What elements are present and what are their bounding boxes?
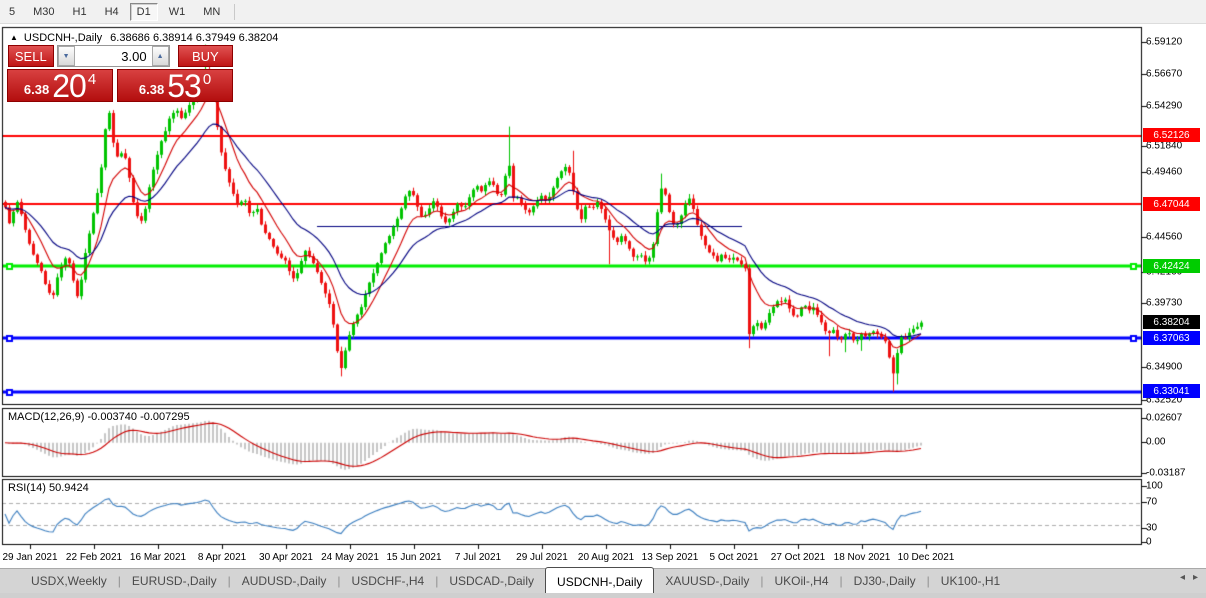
tab-dj30-daily[interactable]: DJ30-,Daily	[843, 569, 927, 593]
chart-ohlc-values: 6.38686 6.38914 6.37949 6.38204	[110, 32, 279, 44]
rsi-value: 50.9424	[48, 482, 89, 494]
date-label: 30 Apr 2021	[259, 552, 313, 563]
rsi-tick-label: 100	[1146, 480, 1163, 492]
price-tick-label: 6.44560	[1146, 231, 1183, 243]
price-badge-6.38204: 6.38204	[1143, 315, 1200, 329]
timeframe-button-W1[interactable]: W1	[162, 3, 193, 21]
date-label: 15 Jun 2021	[386, 552, 442, 563]
rsi-name: RSI(14)	[8, 482, 46, 494]
macd-indicator-label: MACD(12,26,9) -0.003740 -0.007295	[8, 411, 190, 423]
date-label: 13 Sep 2021	[641, 552, 699, 563]
date-label: 10 Dec 2021	[897, 552, 955, 563]
date-label: 18 Nov 2021	[833, 552, 891, 563]
rsi-tick-label: 70	[1146, 496, 1158, 508]
date-label: 29 Jan 2021	[2, 552, 58, 563]
macd-tick-label: -0.03187	[1146, 467, 1186, 479]
timeframe-toolbar: 5 M30 H1 H4 D1 W1 MN	[0, 0, 1206, 24]
sell-price-box[interactable]: 6.38 20 4	[7, 68, 114, 104]
buy-price-big: 53	[167, 68, 202, 104]
timeframe-button-M30[interactable]: M30	[26, 3, 61, 21]
buy-price-box[interactable]: 6.38 53 0	[117, 69, 233, 102]
price-tick-label: 6.51840	[1146, 140, 1183, 152]
tab-usdx-weekly[interactable]: USDX,Weekly	[20, 569, 118, 593]
tab-uk100-h1[interactable]: UK100-,H1	[930, 569, 1011, 593]
price-tick-label: 6.56670	[1146, 68, 1183, 80]
volume-increase-button[interactable]: ▲	[151, 46, 169, 66]
symbol-tab-bar: USDX,Weekly | EURUSD-,Daily | AUDUSD-,Daily |…	[0, 567, 1206, 593]
tab-scroll-arrows: ◂ ▸	[1180, 572, 1198, 583]
price-tick-label: 6.34900	[1146, 361, 1183, 373]
macd-name: MACD(12,26,9)	[8, 411, 85, 423]
date-label: 29 Jul 2021	[516, 552, 568, 563]
date-label: 5 Oct 2021	[709, 552, 759, 563]
trading-platform-window: 5 M30 H1 H4 D1 W1 MN ▲ USDCNH-,Daily 6.38686 6.3…	[0, 0, 1206, 598]
price-tick-label: 6.59120	[1146, 36, 1183, 48]
timeframe-button-5[interactable]: 5	[2, 3, 22, 21]
macd-values: -0.003740 -0.007295	[87, 411, 190, 423]
rsi-indicator-label: RSI(14) 50.9424	[8, 482, 89, 494]
timeframe-button-H1[interactable]: H1	[66, 3, 94, 21]
volume-spinner: ▼ ▲	[56, 45, 170, 67]
date-label: 8 Apr 2021	[197, 552, 247, 563]
tab-scroll-left-button[interactable]: ◂	[1180, 572, 1185, 583]
volume-decrease-button[interactable]: ▼	[57, 46, 75, 66]
date-label: 22 Feb 2021	[65, 552, 123, 563]
tab-usdchf-h4[interactable]: USDCHF-,H4	[341, 569, 436, 593]
sell-price-prefix: 6.38	[23, 82, 50, 97]
macd-tick-label: 0.00	[1146, 436, 1166, 448]
sell-price-big: 20	[52, 68, 87, 104]
tab-ukoil-h4[interactable]: UKOil-,H4	[764, 569, 840, 593]
price-badge-6.42424: 6.42424	[1143, 259, 1200, 273]
timeframe-button-H4[interactable]: H4	[98, 3, 126, 21]
price-badge-6.52126: 6.52126	[1143, 128, 1200, 142]
buy-price-sup: 0	[202, 71, 212, 88]
sell-price-sup: 4	[87, 71, 97, 88]
tab-scroll-right-button[interactable]: ▸	[1193, 572, 1198, 583]
chart-title: ▲ USDCNH-,Daily 6.38686 6.38914 6.37949 6.…	[10, 32, 278, 44]
buy-price-prefix: 6.38	[138, 82, 165, 97]
tab-audusd-daily[interactable]: AUDUSD-,Daily	[231, 569, 338, 593]
date-label: 27 Oct 2021	[770, 552, 826, 563]
date-label: 7 Jul 2021	[454, 552, 502, 563]
chart-symbol-period: USDCNH-,Daily	[23, 32, 103, 44]
triangle-up-icon: ▲	[156, 52, 164, 60]
collapse-triangle-icon[interactable]: ▲	[10, 33, 18, 42]
date-label: 20 Aug 2021	[577, 552, 635, 563]
price-badge-6.33041: 6.33041	[1143, 384, 1200, 398]
date-label: 16 Mar 2021	[129, 552, 187, 563]
tab-xauusd-daily[interactable]: XAUUSD-,Daily	[654, 569, 760, 593]
price-tick-label: 6.49460	[1146, 166, 1183, 178]
tab-usdcad-daily[interactable]: USDCAD-,Daily	[438, 569, 545, 593]
toolbar-separator	[234, 3, 236, 20]
buy-button[interactable]: BUY	[177, 45, 233, 67]
timeframe-button-MN[interactable]: MN	[196, 3, 227, 21]
macd-tick-label: 0.02607	[1146, 412, 1183, 424]
timeframe-button-D1[interactable]: D1	[129, 2, 158, 21]
triangle-down-icon: ▼	[62, 52, 70, 60]
one-click-trading-panel: SELL ▼ ▲ BUY 6.38 20 4 6.38 53 0	[7, 45, 233, 102]
price-badge-6.37063: 6.37063	[1143, 331, 1200, 345]
price-tick-label: 6.39730	[1146, 297, 1183, 309]
price-tick-label: 6.54290	[1146, 100, 1183, 112]
volume-input[interactable]	[74, 46, 152, 66]
date-label: 24 May 2021	[321, 552, 379, 563]
rsi-tick-label: 0	[1146, 536, 1152, 548]
sell-button[interactable]: SELL	[8, 45, 54, 67]
rsi-tick-label: 30	[1146, 522, 1158, 534]
price-badge-6.47044: 6.47044	[1143, 197, 1200, 211]
tab-eurusd-daily[interactable]: EURUSD-,Daily	[121, 569, 228, 593]
tab-usdcnh-daily[interactable]: USDCNH-,Daily	[545, 567, 655, 593]
